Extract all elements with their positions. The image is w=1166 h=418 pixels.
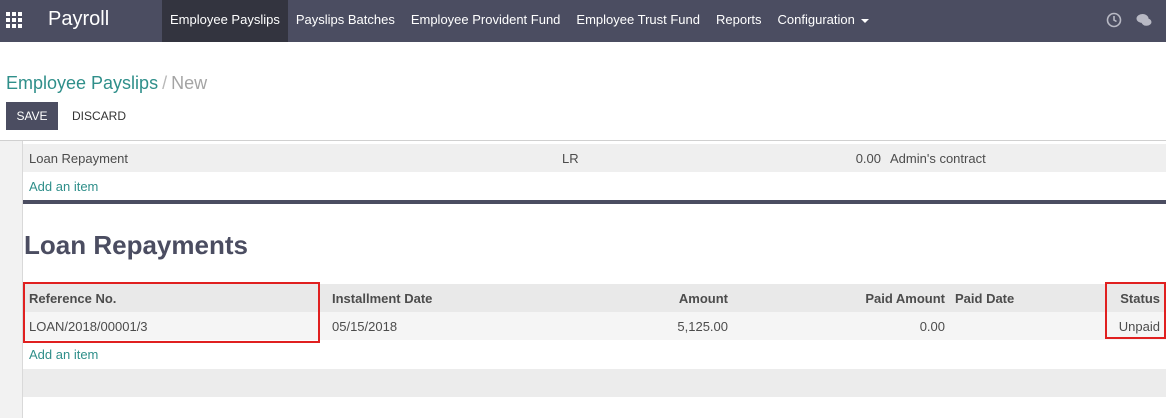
add-item-link-loans[interactable]: Add an item bbox=[29, 347, 98, 362]
menu-reports[interactable]: Reports bbox=[708, 0, 770, 42]
form-sheet: Loan Repayment LR 0.00 Admin's contract … bbox=[22, 141, 1166, 418]
cell-installment-date: 05/15/2018 bbox=[332, 319, 398, 334]
caret-down-icon bbox=[860, 18, 869, 23]
section-title: Loan Repayments bbox=[24, 230, 248, 260]
salary-line-contract: Admin's contract bbox=[890, 151, 986, 166]
breadcrumb-current: New bbox=[171, 73, 208, 93]
menu-employee-provident-fund[interactable]: Employee Provident Fund bbox=[403, 0, 569, 42]
clock-icon[interactable] bbox=[1106, 12, 1122, 28]
salary-line-amount: 0.00 bbox=[855, 151, 881, 166]
col-header-installment-date[interactable]: Installment Date bbox=[332, 291, 432, 306]
cell-amount: 5,125.00 bbox=[677, 319, 728, 334]
highlight-box-status bbox=[1105, 282, 1166, 339]
salary-line-code: LR bbox=[562, 151, 579, 166]
chat-icon[interactable] bbox=[1136, 12, 1152, 28]
table-footer bbox=[23, 369, 1166, 397]
menu-payslips-batches[interactable]: Payslips Batches bbox=[288, 0, 403, 42]
menu-configuration-label: Configuration bbox=[777, 12, 855, 27]
salary-line-row[interactable]: Loan Repayment LR 0.00 Admin's contract bbox=[23, 144, 1166, 172]
menu-configuration[interactable]: Configuration bbox=[770, 0, 877, 42]
menu-employee-payslips[interactable]: Employee Payslips bbox=[162, 0, 288, 42]
col-header-amount[interactable]: Amount bbox=[623, 291, 728, 306]
highlight-box-reference bbox=[23, 282, 320, 343]
main-menu: Employee Payslips Payslips Batches Emplo… bbox=[162, 0, 877, 42]
menu-employee-trust-fund[interactable]: Employee Trust Fund bbox=[568, 0, 708, 42]
breadcrumb: Employee Payslips / New bbox=[6, 73, 207, 94]
apps-menu-icon[interactable] bbox=[6, 12, 22, 28]
col-header-paid-amount[interactable]: Paid Amount bbox=[843, 291, 945, 306]
add-item-link-lines[interactable]: Add an item bbox=[29, 179, 98, 194]
save-button[interactable]: SAVE bbox=[6, 102, 58, 130]
app-brand: Payroll bbox=[48, 8, 110, 30]
breadcrumb-separator: / bbox=[162, 73, 168, 93]
breadcrumb-parent-link[interactable]: Employee Payslips bbox=[6, 73, 158, 93]
col-header-paid-date[interactable]: Paid Date bbox=[955, 291, 1014, 306]
section-divider bbox=[23, 200, 1166, 204]
systray bbox=[1106, 12, 1152, 28]
top-navbar: Payroll Employee Payslips Payslips Batch… bbox=[0, 0, 1166, 42]
cell-paid-amount: 0.00 bbox=[919, 319, 945, 334]
control-panel: Employee Payslips / New SAVE DISCARD bbox=[0, 42, 1166, 141]
discard-button[interactable]: DISCARD bbox=[64, 102, 134, 130]
salary-line-name: Loan Repayment bbox=[29, 151, 129, 166]
